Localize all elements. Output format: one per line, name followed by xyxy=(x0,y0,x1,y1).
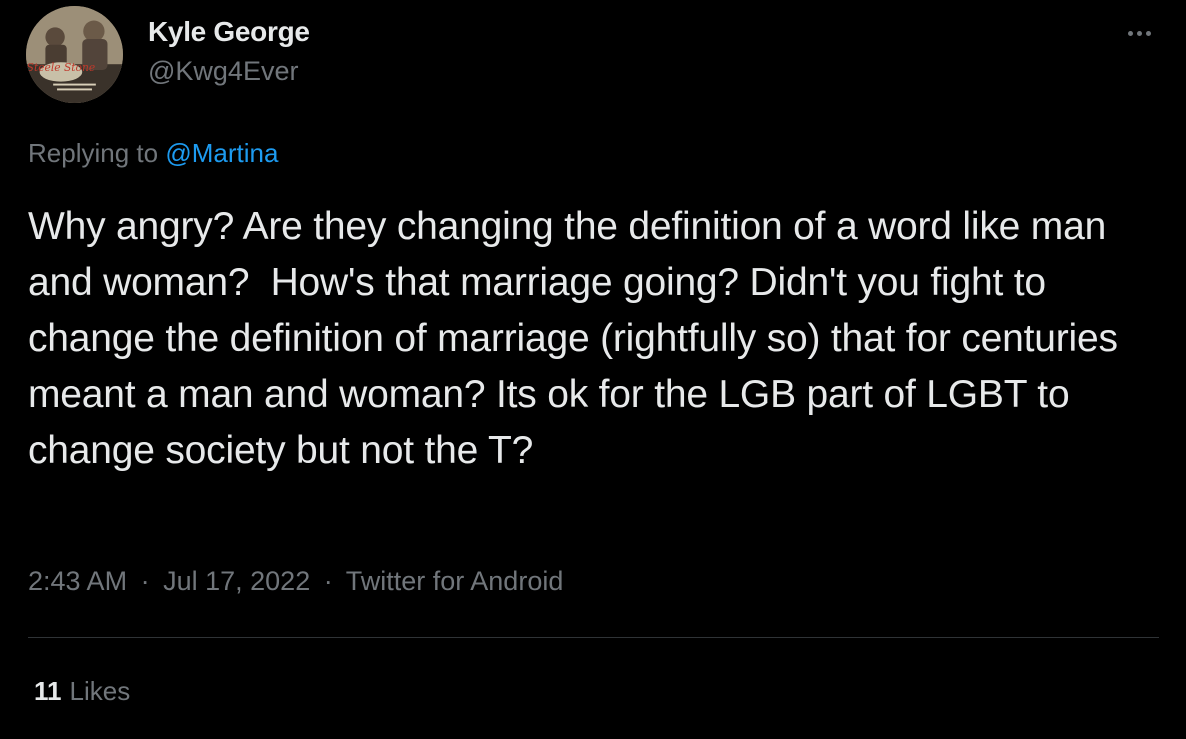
tweet-source: Twitter for Android xyxy=(345,566,564,596)
replying-to-label: Replying to xyxy=(28,138,159,168)
more-options-icon[interactable] xyxy=(1122,20,1156,46)
tweet-meta: 2:43 AM · Jul 17, 2022 · Twitter for And… xyxy=(28,566,563,597)
replying-to: Replying to @Martina xyxy=(28,138,278,169)
author-display-name[interactable]: Kyle George xyxy=(148,16,310,48)
tweet-time[interactable]: 2:43 AM xyxy=(28,566,127,596)
reply-mention-link[interactable]: @Martina xyxy=(165,138,278,168)
meta-separator: · xyxy=(323,566,333,596)
steele-stone-avatar-icon: Steele Stone xyxy=(26,6,123,103)
author-handle[interactable]: @Kwg4Ever xyxy=(148,56,298,87)
tweet-date[interactable]: Jul 17, 2022 xyxy=(163,566,310,596)
likes-stat[interactable]: 11 Likes xyxy=(34,676,130,707)
divider xyxy=(28,637,1159,638)
meta-separator: · xyxy=(140,566,150,596)
tweet-detail: Steele Stone Kyle George @Kwg4Ever Reply… xyxy=(0,0,1186,739)
likes-count: 11 xyxy=(34,676,62,706)
tweet-text: Why angry? Are they changing the definit… xyxy=(28,205,1129,472)
avatar[interactable]: Steele Stone xyxy=(26,6,123,103)
svg-text:Steele Stone: Steele Stone xyxy=(27,61,95,74)
likes-label: Likes xyxy=(69,676,131,706)
